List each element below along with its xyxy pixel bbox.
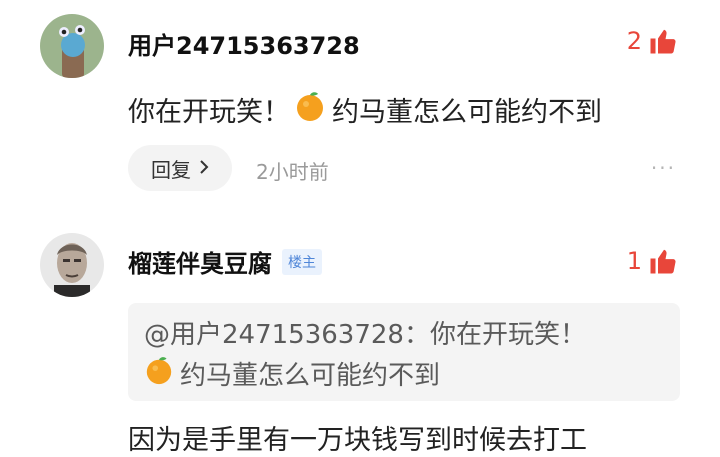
like-count: 2: [626, 27, 642, 55]
quoted-reply[interactable]: @用户24715363728：你在开玩笑！ 约马董怎么可能约不到: [128, 303, 680, 401]
chevron-right-icon: [199, 156, 209, 180]
more-options-icon[interactable]: ···: [651, 156, 676, 180]
thumbs-up-icon: [650, 249, 676, 274]
reply-button[interactable]: 回复: [128, 145, 232, 191]
timestamp: 2小时前: [256, 160, 329, 184]
like-count: 1: [626, 247, 642, 275]
quote-line: 约马董怎么可能约不到: [144, 355, 664, 397]
thumbs-up-icon: [650, 29, 676, 54]
comment-text: 你在开玩笑！ 约马董怎么可能约不到: [128, 90, 602, 129]
like-button[interactable]: 2: [627, 26, 678, 56]
op-badge: 楼主: [282, 248, 322, 275]
username-user2[interactable]: 榴莲伴臭豆腐: [128, 244, 272, 279]
like-button[interactable]: 1: [627, 246, 678, 276]
avatar-user1[interactable]: [40, 14, 104, 78]
avatar-user2[interactable]: [40, 233, 104, 297]
quote-mention: @用户24715363728：你在开玩笑！: [144, 320, 586, 350]
username-user1[interactable]: 用户24715363728: [128, 26, 360, 61]
author-row: 榴莲伴臭豆腐 楼主: [128, 244, 322, 279]
orange-icon: [294, 90, 326, 129]
comment-text-partial: 因为是手里有一万块钱写到时候去打工: [128, 425, 587, 456]
orange-icon: [144, 355, 174, 397]
